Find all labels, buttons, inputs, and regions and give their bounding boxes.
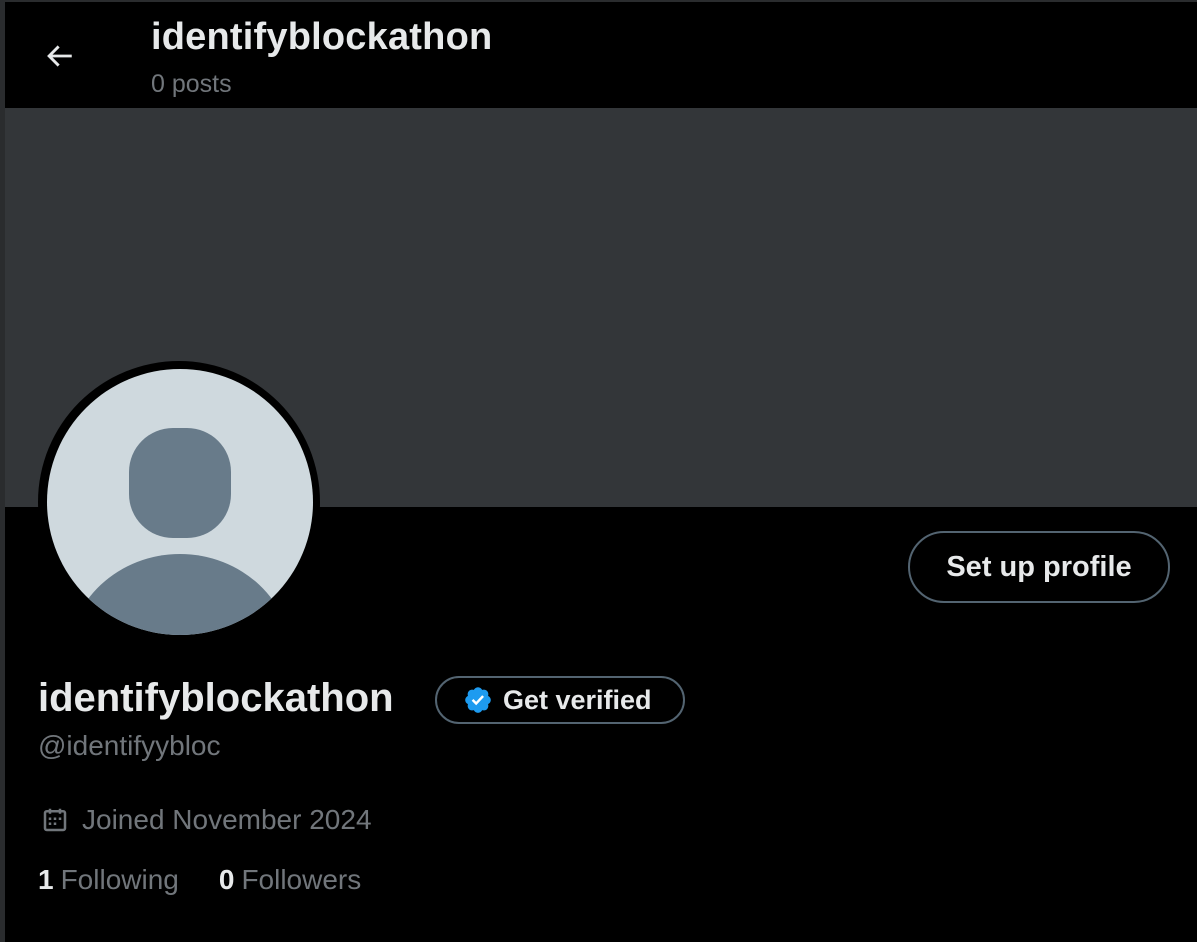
back-button[interactable] [35, 32, 83, 80]
joined-text: Joined November 2024 [82, 804, 372, 835]
following-count: 1 [38, 864, 54, 895]
get-verified-label: Get verified [503, 684, 652, 715]
profile-header: identifyblockathon 0 posts [5, 2, 1197, 108]
joined-date: Joined November 2024 [38, 800, 372, 840]
setup-profile-button[interactable]: Set up profile [908, 531, 1170, 603]
followers-count: 0 [218, 864, 235, 895]
get-verified-button[interactable]: Get verified [435, 676, 685, 724]
avatar[interactable] [47, 369, 313, 635]
follow-stats: 1 Following 0 Followers [38, 864, 401, 896]
following-link[interactable]: 1 Following [38, 864, 179, 896]
post-count: 0 posts [151, 70, 232, 98]
header-title: identifyblockathon [151, 16, 493, 58]
following-label: Following [60, 864, 179, 895]
default-avatar-icon [70, 428, 290, 635]
user-handle: @identifyybloc [38, 730, 221, 761]
calendar-icon [38, 803, 72, 837]
verified-badge-icon [463, 685, 493, 715]
arrow-left-icon [47, 45, 72, 67]
display-name: identifyblockathon [38, 676, 394, 720]
followers-link[interactable]: 0 Followers [219, 864, 361, 896]
followers-label: Followers [241, 864, 362, 895]
profile-page: identifyblockathon 0 posts Set up profil… [0, 0, 1197, 942]
